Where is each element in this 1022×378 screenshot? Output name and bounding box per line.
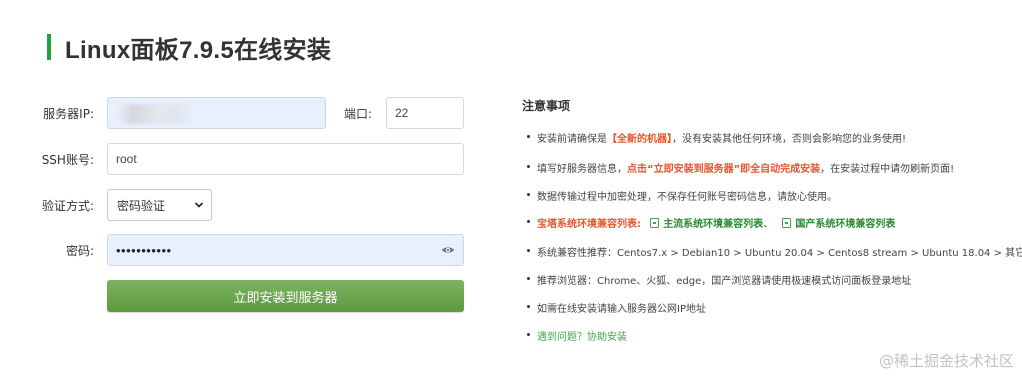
- title-accent-bar: [47, 34, 51, 60]
- note-text: 如需在线安装请输入服务器公网IP地址: [537, 304, 706, 315]
- note-text: ，在安装过程中请勿刷新页面!: [820, 164, 955, 175]
- note-item: 填写好服务器信息，点击“立即安装到服务器”即全自动完成安装，在安装过程中请勿刷新…: [527, 160, 955, 175]
- password-input[interactable]: •••••••••••: [107, 234, 464, 266]
- install-to-server-button[interactable]: 立即安装到服务器: [107, 280, 464, 312]
- password-value: •••••••••••: [116, 242, 172, 258]
- note-highlight: 【全新的机器】: [607, 134, 672, 145]
- auth-method-select[interactable]: 密码验证: [107, 189, 212, 221]
- document-icon: [650, 218, 660, 228]
- note-text: 填写好服务器信息，: [537, 164, 627, 175]
- note-text: 安装前请确保是: [537, 134, 607, 145]
- note-item: 系统兼容性推荐：Centos7.x > Debian10 > Ubuntu 20…: [527, 244, 1022, 259]
- bullet-icon: [527, 220, 530, 223]
- note-item: 数据传输过程中加密处理，不保存任何账号密码信息，请放心使用。: [527, 188, 837, 203]
- bullet-icon: [527, 333, 530, 336]
- port-label: 端口:: [343, 107, 372, 121]
- note-item: 宝塔系统环境兼容列表: 主流系统环境兼容列表、 国产系统环境兼容列表: [527, 215, 895, 230]
- chevron-down-icon: [194, 202, 204, 208]
- separator: 、: [763, 219, 774, 230]
- password-label: 密码:: [65, 244, 94, 258]
- bullet-icon: [527, 305, 530, 308]
- bullet-icon: [527, 249, 530, 252]
- redacted-ip-blur: [118, 104, 192, 124]
- note-item: 安装前请确保是【全新的机器】，没有安装其他任何环境，否则会影响您的业务使用!: [527, 130, 907, 145]
- port-input[interactable]: 22: [386, 97, 464, 129]
- note-item: 遇到问题？协助安装: [527, 328, 627, 343]
- note-text: 推荐浏览器：Chrome、火狐、edge，国产浏览器请使用极速模式访问面板登录地…: [537, 276, 912, 287]
- eye-icon[interactable]: [441, 244, 455, 256]
- page-header: Linux面板7.9.5在线安装: [47, 32, 332, 64]
- note-highlight: 点击“立即安装到服务器”即全自动完成安装: [627, 164, 821, 175]
- note-text: 数据传输过程中加密处理，不保存任何账号密码信息，请放心使用。: [537, 192, 837, 203]
- page-title: Linux面板7.9.5在线安装: [65, 36, 332, 64]
- bullet-icon: [527, 135, 530, 138]
- notes-title: 注意事项: [522, 99, 571, 113]
- bullet-icon: [527, 193, 530, 196]
- watermark: @稀土掘金技术社区: [878, 352, 1014, 370]
- note-item: 如需在线安装请输入服务器公网IP地址: [527, 300, 706, 315]
- auth-method-label: 验证方式:: [41, 199, 94, 213]
- ssh-account-input[interactable]: root: [107, 143, 464, 175]
- port-value: 22: [395, 106, 409, 120]
- bullet-icon: [527, 165, 530, 168]
- note-text: 系统兼容性推荐：Centos7.x > Debian10 > Ubuntu 20…: [537, 248, 1022, 259]
- auth-method-selected: 密码验证: [117, 198, 166, 213]
- ssh-account-label: SSH账号:: [41, 153, 94, 167]
- server-ip-input[interactable]: [107, 97, 326, 129]
- compat-list-label: 宝塔系统环境兼容列表:: [537, 219, 641, 230]
- note-item: 推荐浏览器：Chrome、火狐、edge，国产浏览器请使用极速模式访问面板登录地…: [527, 272, 912, 287]
- bullet-icon: [527, 277, 530, 280]
- ssh-account-value: root: [116, 152, 137, 166]
- server-ip-label: 服务器IP:: [43, 107, 94, 121]
- document-icon: [782, 218, 792, 228]
- help-install-link[interactable]: 遇到问题？协助安装: [537, 332, 627, 343]
- domestic-compat-link[interactable]: 国产系统环境兼容列表: [795, 219, 895, 230]
- mainstream-compat-link[interactable]: 主流系统环境兼容列表: [663, 219, 763, 230]
- note-text: ，没有安装其他任何环境，否则会影响您的业务使用!: [672, 134, 907, 145]
